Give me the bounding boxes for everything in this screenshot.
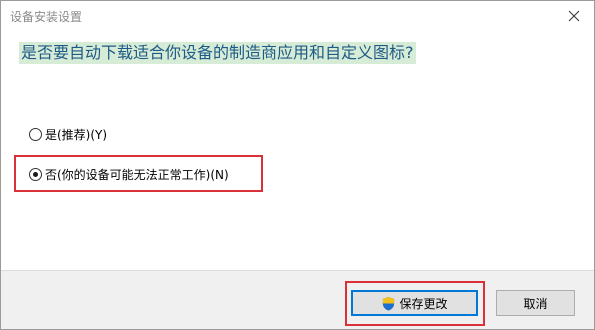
save-button-highlight-box (345, 281, 485, 326)
question-text: 是否要自动下载适合你设备的制造商应用和自定义图标? (19, 42, 416, 64)
option-yes-label: 是(推荐)(Y) (45, 128, 108, 142)
close-icon (568, 10, 580, 22)
cancel-label: 取消 (523, 296, 548, 311)
radio-yes[interactable] (29, 128, 42, 141)
title-bar: 设备安装设置 (1, 1, 594, 33)
close-button[interactable] (554, 1, 594, 31)
cancel-button[interactable]: 取消 (496, 290, 575, 316)
option-yes-recommended[interactable]: 是(推荐)(Y) (29, 126, 107, 143)
window-title: 设备安装设置 (10, 10, 83, 24)
option-no-highlight-box (14, 155, 263, 192)
